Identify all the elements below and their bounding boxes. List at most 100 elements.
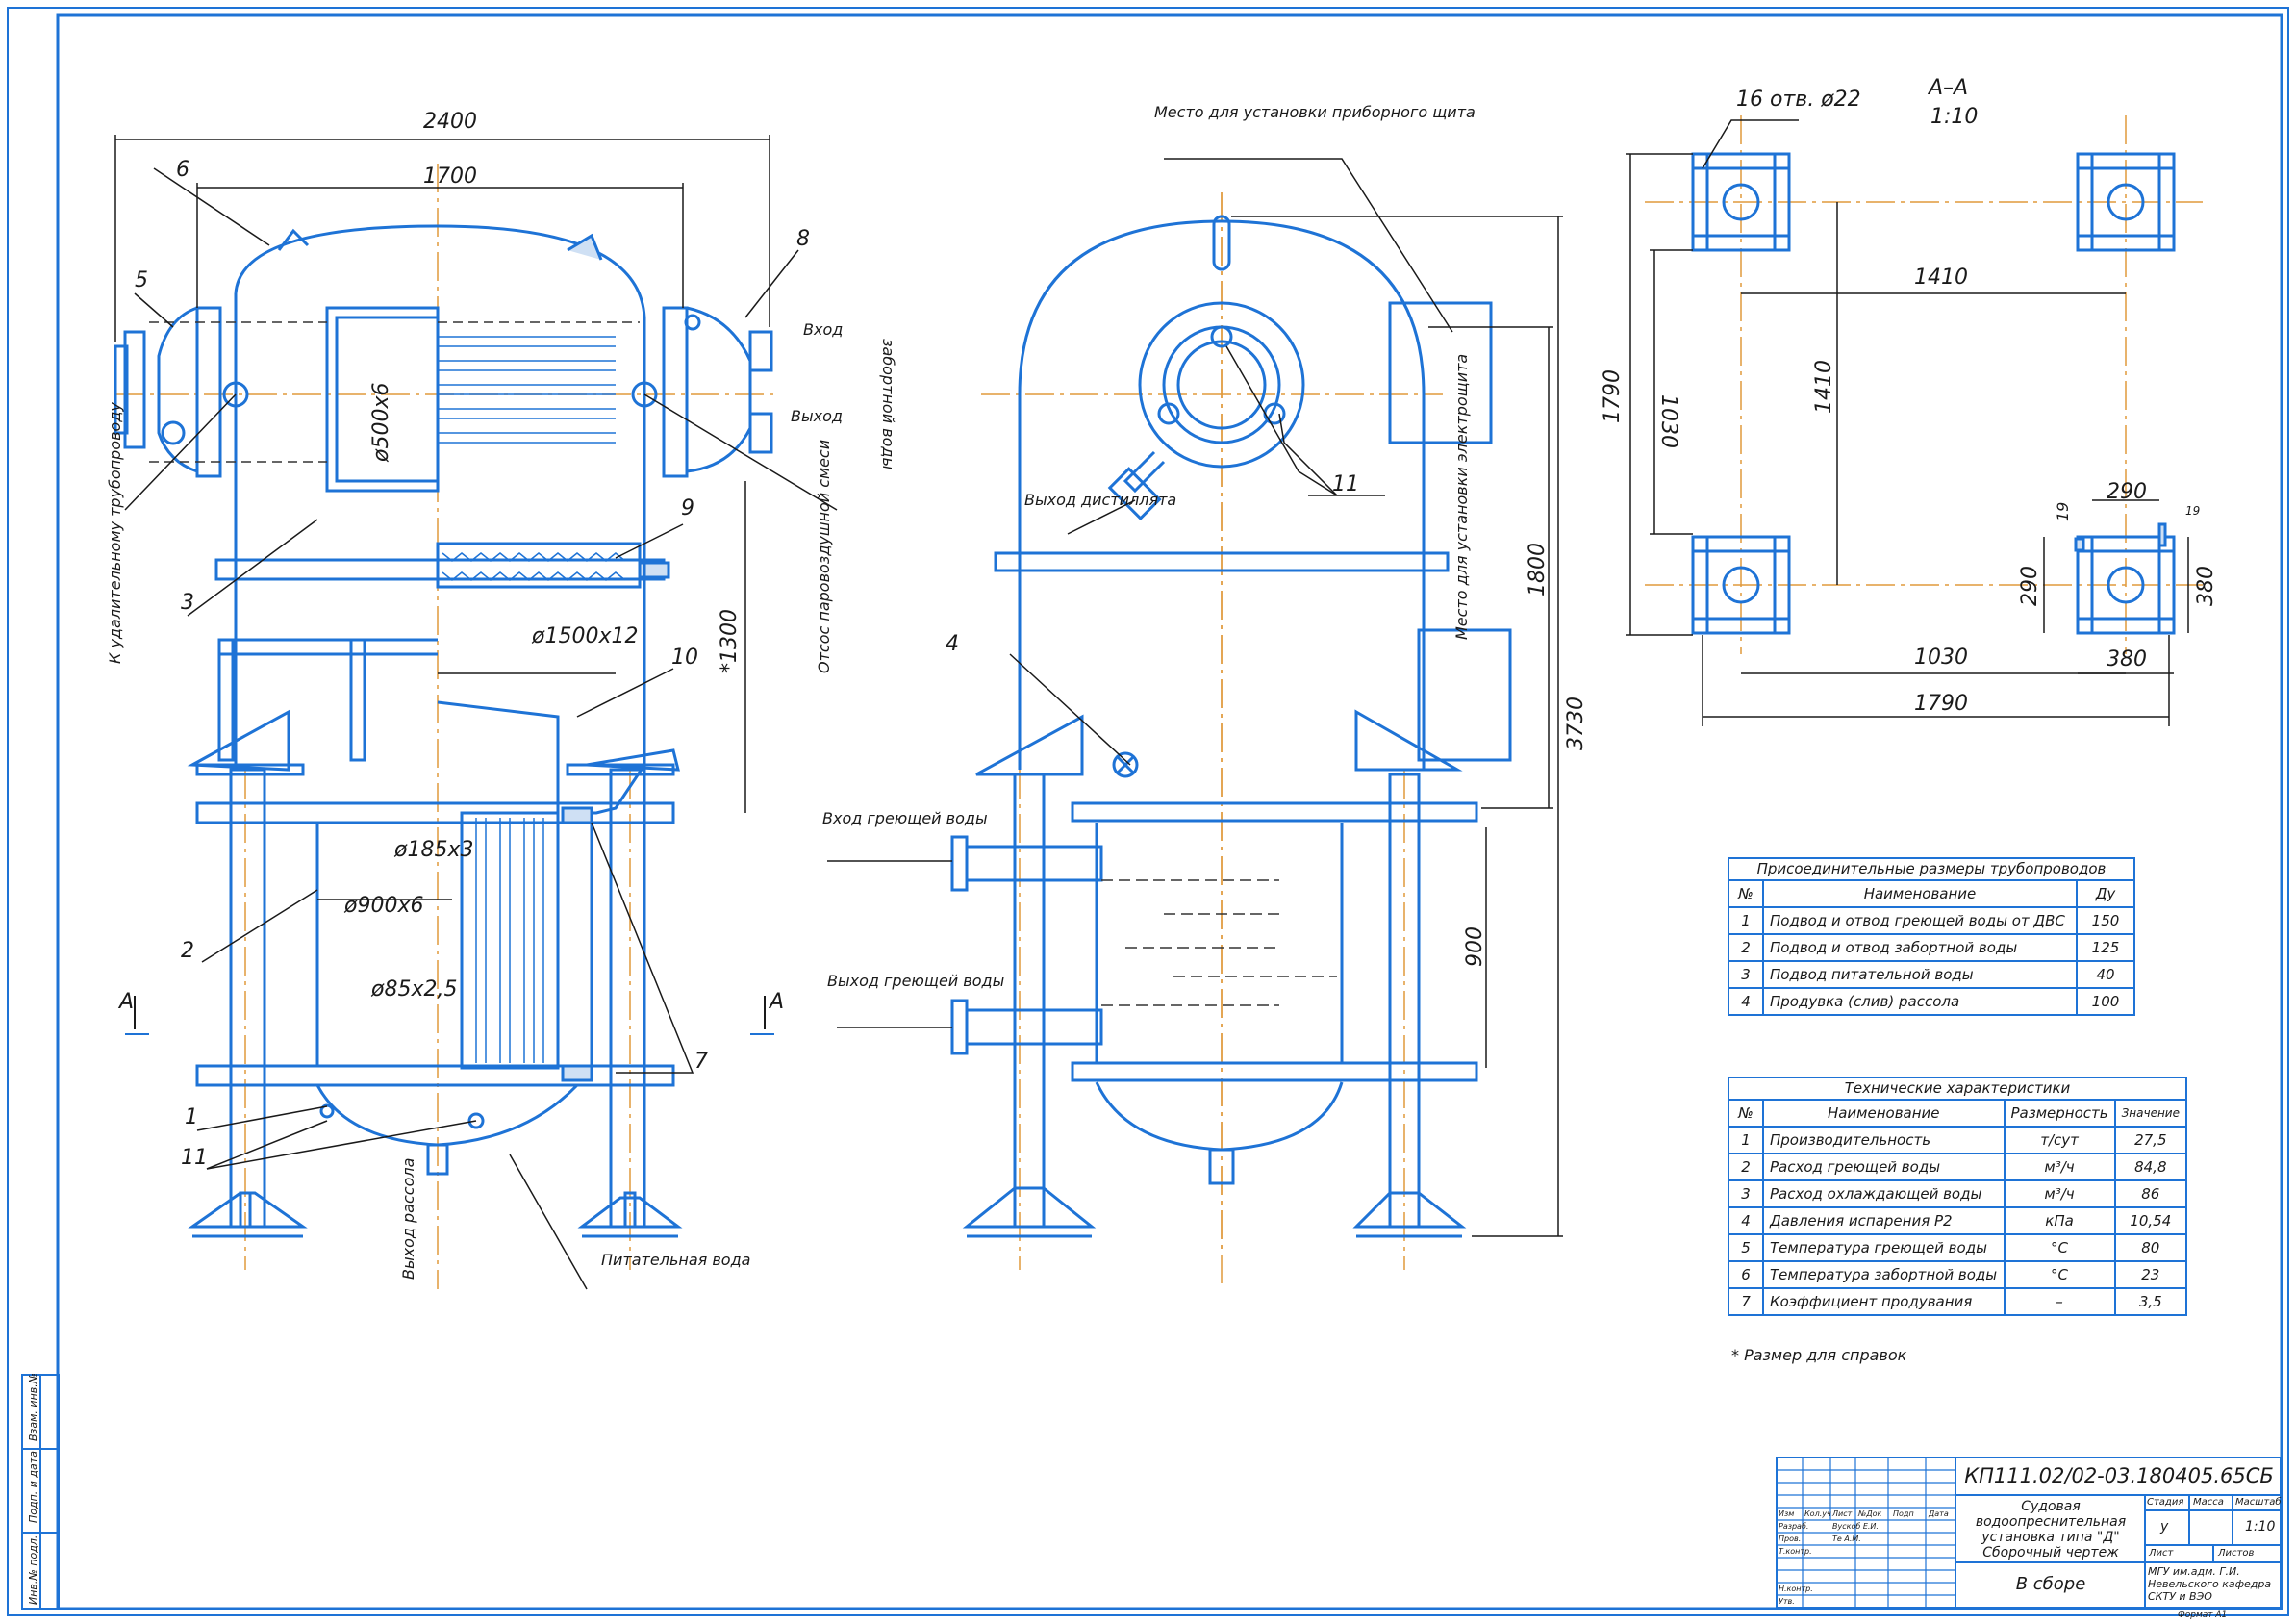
note-heat-out: Выход греющей воды [827,972,1004,990]
dim-3730: 3730 [1564,697,1588,750]
callout-10: 10 [671,646,698,670]
stamp-scale-value: 1:10 [2245,1519,2276,1534]
note-el-panel: Место для установки электрощита [1452,354,1471,640]
callout-6: 6 [176,158,189,182]
note-outlet: Выход [791,407,843,425]
dim-500x6: ø500х6 [369,383,393,463]
note-panel-place: Место для установки приборного щита [1154,103,1476,121]
conn-header-num: № [1728,879,1764,908]
section-arrow-left: А [117,990,134,1014]
holes-note: 16 отв. ø22 [1736,88,1861,112]
stamp-name-checker: Те А.М. [1832,1534,1861,1543]
stamp-sheets: Листов [2218,1548,2255,1559]
table-row: 4 Давления испарения Р2 кПа 10,54 [1728,1206,2188,1235]
dim-19-b: 19 [2185,504,2200,518]
dim-85x25: ø85х2,5 [370,977,457,1002]
table-row: 3 Расход охлаждающей воды м³/ч 86 [1728,1179,2188,1208]
stamp-sheet: Лист [2149,1548,2174,1559]
table-row: 4 Продувка (слив) рассола 100 [1728,987,2135,1016]
stamp-col-kol: Кол.уч [1804,1509,1831,1518]
stamp-row-approved: Утв. [1779,1597,1795,1606]
tech-table: Технические характеристики № Наименовани… [1728,1077,2188,1316]
note-distillate-out: Выход дистиллята [1024,491,1176,509]
note-brine-out: Выход рассола [399,1158,417,1280]
stamp-scale-label: Масштаб [2235,1497,2282,1508]
dim-1700: 1700 [423,165,477,189]
conn-header-name: Наименование [1762,879,2078,908]
dim-1410-vert: 1410 [1812,360,1836,414]
assembly-drawing: 2400 1700 ø500х6 ø1500х12 *1300 ø185х3 ø… [7,7,2289,1616]
dim-19-a: 19 [2054,502,2072,521]
doc-code: КП111.02/02-03.180405.65СБ [1964,1464,2274,1487]
side-stamp: Взам. инв.№ Подп. и дата Инв.№ подл. [21,1374,60,1610]
table-row: 6 Температура забортной воды °С 23 [1728,1260,2188,1289]
side-view [827,158,1563,1289]
callout-3: 3 [181,591,194,615]
callout-4: 4 [946,632,959,656]
connection-table-title: Присоединительные размеры трубопроводов [1728,857,2135,879]
stamp-row-ncontrol: Н.контр. [1779,1585,1813,1593]
side-stamp-sign-date: Подп. и дата [27,1451,39,1523]
stamp-col-date: Дата [1929,1509,1949,1518]
side-stamp-inv: Инв.№ подл. [27,1535,39,1605]
dim-290-vert: 290 [2018,566,2042,606]
table-row: 1 Производительность т/сут 27,5 [1728,1126,2188,1154]
table-row: 2 Подвод и отвод забортной воды 125 [1728,933,2135,962]
stamp-row-tcontrol: Т.контр. [1779,1547,1812,1556]
stamp-stage-value: у [2160,1519,2169,1534]
note-inlet: Вход [803,320,843,339]
stamp-format: Формат А1 [2178,1610,2228,1620]
tech-table-title: Технические характеристики [1728,1077,2187,1099]
dim-900x6: ø900х6 [343,894,423,918]
dim-2400: 2400 [423,110,477,134]
tech-header-unit: Размерность [2003,1099,2116,1128]
callout-7: 7 [694,1050,708,1074]
tech-header-name: Наименование [1762,1099,2006,1128]
table-row: 5 Температура греющей воды °С 80 [1728,1233,2188,1262]
dim-1790-vert: 1790 [1601,369,1625,423]
side-stamp-replaced: Взам. инв.№ [27,1374,39,1441]
stamp-col-izm: Изм [1779,1509,1795,1518]
note-suction: Отсос паровоздушной смеси [815,440,833,673]
front-view [114,135,838,1290]
section-scale: 1:10 [1930,105,1978,129]
note-heat-in: Вход греющей воды [822,809,988,827]
conn-header-du: Ду [2076,879,2135,908]
stamp-col-list: Лист [1832,1509,1853,1518]
section-arrow-right: А [768,990,784,1014]
dim-1790-horiz: 1790 [1914,692,1968,716]
dim-900: 900 [1463,926,1487,967]
dim-380-horiz: 380 [2107,647,2147,672]
dim-1030-vert: 1030 [1656,394,1680,448]
stamp-col-doc: №Док [1858,1509,1882,1518]
table-row: 2 Расход греющей воды м³/ч 84,8 [1728,1153,2188,1181]
callout-11-right: 11 [1332,472,1359,496]
note-seawater: забортной воды [879,339,897,469]
stamp-col-podp: Подп [1893,1509,1914,1518]
table-row: 1 Подвод и отвод греющей воды от ДВС 150 [1728,906,2135,935]
table-row: 7 Коэффициент продувания –3,5 [1728,1287,2188,1316]
callout-2: 2 [181,939,194,963]
note-feed-water: Питательная вода [601,1251,750,1269]
connection-table: Присоединительные размеры трубопроводов … [1728,857,2135,1016]
doc-title: Судовая водоопреснительная установка тип… [1975,1499,2127,1560]
dim-380-vert: 380 [2194,566,2218,606]
callout-9: 9 [681,496,694,520]
dim-1410-horiz: 1410 [1914,266,1968,290]
dim-1030-horiz: 1030 [1914,646,1968,670]
outer-border [7,7,2289,1616]
dim-185x3: ø185х3 [393,838,473,862]
callout-8: 8 [796,227,810,251]
stamp-mass-label: Масса [2193,1497,2224,1508]
title-block: КП111.02/02-03.180405.65СБ Судовая водоо… [1776,1457,2282,1620]
table-row: 3 Подвод питательной воды 40 [1728,960,2135,989]
callout-1: 1 [185,1105,198,1129]
tech-header-value: Значение [2113,1099,2188,1128]
stamp-row-checked: Пров. [1779,1534,1802,1543]
note-reference: * Размер для справок [1731,1346,1907,1364]
section-a-a [1626,115,2203,726]
tech-header-num: № [1728,1099,1764,1128]
doc-subtitle: В сборе [2015,1574,2086,1594]
dim-290-horiz: 290 [2107,480,2147,504]
stamp-row-developer: Разраб. [1779,1522,1809,1531]
